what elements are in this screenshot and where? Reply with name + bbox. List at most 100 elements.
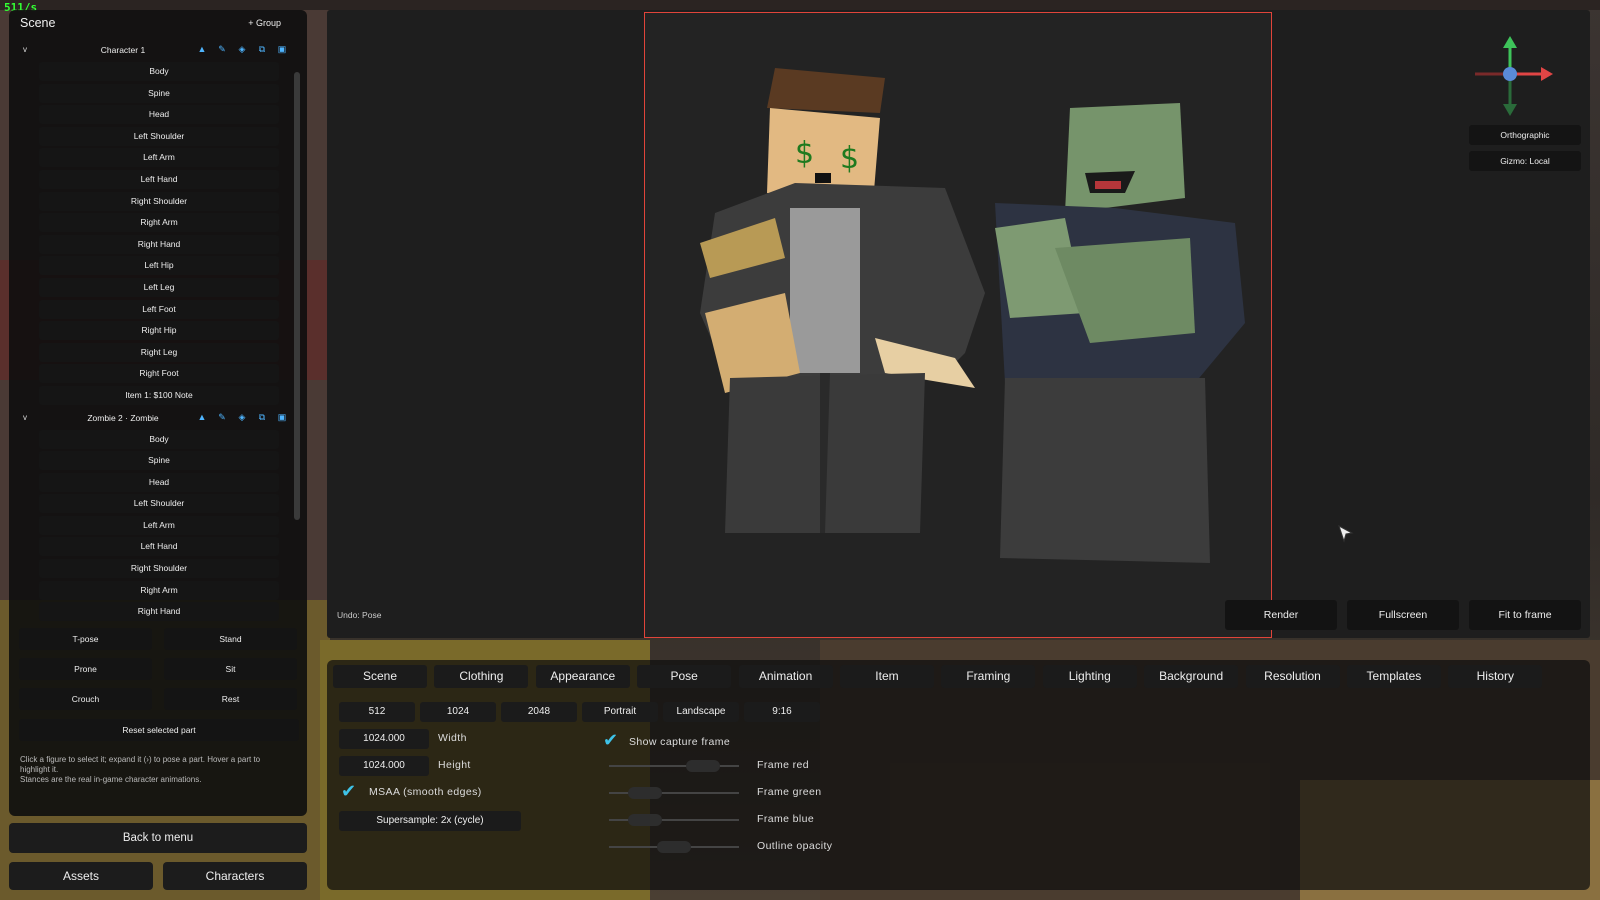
- preset-9-16-button[interactable]: 9:16: [744, 702, 820, 722]
- tree-part-item[interactable]: Right Shoulder: [39, 559, 279, 579]
- duplicate-icon[interactable]: ⧉: [256, 44, 268, 55]
- lock-icon[interactable]: ▲: [196, 412, 208, 423]
- chevron-down-icon[interactable]: v: [23, 45, 27, 54]
- edit-icon[interactable]: ✎: [216, 412, 228, 423]
- orthographic-toggle[interactable]: Orthographic: [1469, 125, 1581, 145]
- tree-part-item[interactable]: Right Shoulder: [39, 191, 279, 211]
- msaa-checkbox[interactable]: ✔: [341, 782, 359, 800]
- slider-knob[interactable]: [628, 787, 663, 799]
- reset-part-button[interactable]: Reset selected part: [19, 719, 299, 741]
- stance-tpose-button[interactable]: T-pose: [19, 628, 152, 650]
- characters-button[interactable]: Characters: [163, 862, 307, 890]
- stance-crouch-button[interactable]: Crouch: [19, 688, 152, 710]
- tree-part-item[interactable]: Left Hip: [39, 256, 279, 276]
- lock-icon[interactable]: ▲: [196, 44, 208, 55]
- add-group-button[interactable]: + Group: [248, 18, 281, 28]
- target-icon[interactable]: ◈: [236, 44, 248, 55]
- tab-framing[interactable]: Framing: [941, 665, 1036, 688]
- tree-part-item[interactable]: Right Arm: [39, 213, 279, 233]
- fit-to-frame-button[interactable]: Fit to frame: [1469, 600, 1581, 630]
- slider-knob[interactable]: [685, 760, 720, 772]
- tab-background[interactable]: Background: [1144, 665, 1239, 688]
- render-button[interactable]: Render: [1225, 600, 1337, 630]
- show-capture-frame-label: Show capture frame: [629, 736, 731, 748]
- gizmo-mode-toggle[interactable]: Gizmo: Local: [1469, 151, 1581, 171]
- tree-part-item[interactable]: Left Arm: [39, 515, 279, 535]
- frame-green-slider[interactable]: [609, 787, 739, 799]
- tree-part-item[interactable]: Right Hand: [39, 234, 279, 254]
- frame-green-label: Frame green: [757, 786, 822, 798]
- chevron-down-icon[interactable]: v: [23, 413, 27, 422]
- edit-icon[interactable]: ✎: [216, 44, 228, 55]
- preset-2048-button[interactable]: 2048: [501, 702, 577, 722]
- tree-part-item[interactable]: Head: [39, 472, 279, 492]
- height-label: Height: [438, 759, 471, 771]
- outline-opacity-label: Outline opacity: [757, 840, 833, 852]
- back-to-menu-button[interactable]: Back to menu: [9, 823, 307, 853]
- stance-rest-button[interactable]: Rest: [164, 688, 297, 710]
- help-text: Click a figure to select it; expand it (…: [20, 755, 261, 784]
- tree-part-item[interactable]: Left Foot: [39, 299, 279, 319]
- target-icon[interactable]: ◈: [236, 412, 248, 423]
- frame-red-slider[interactable]: [609, 760, 739, 772]
- 3d-viewport[interactable]: $ $ Undo: Pose Orthographic Gizmo: Local…: [327, 10, 1590, 638]
- preset-portrait-button[interactable]: Portrait: [582, 702, 658, 722]
- tree-part-item[interactable]: Left Shoulder: [39, 126, 279, 146]
- tree-part-item[interactable]: Right Leg: [39, 342, 279, 362]
- axis-gizmo[interactable]: [1465, 34, 1555, 124]
- tab-animation[interactable]: Animation: [738, 665, 833, 688]
- capture-frame: $ $: [644, 12, 1272, 638]
- group-header[interactable]: v Zombie 2 · Zombie ▲ ✎ ◈ ⧉ ▣: [18, 408, 288, 429]
- scene-tree: v Character 1 ▲ ✎ ◈ ⧉ ▣ Body Spine Head …: [18, 40, 288, 630]
- tree-part-item[interactable]: Right Hand: [39, 602, 279, 622]
- tree-part-item[interactable]: Left Hand: [39, 169, 279, 189]
- slider-knob[interactable]: [657, 841, 691, 853]
- stance-stand-button[interactable]: Stand: [164, 628, 297, 650]
- trash-icon[interactable]: ▣: [276, 44, 288, 55]
- show-capture-frame-checkbox[interactable]: ✔: [603, 731, 621, 749]
- tree-part-item[interactable]: Item 1: $100 Note: [39, 385, 279, 405]
- width-input[interactable]: 1024.000: [339, 729, 429, 749]
- tree-part-item[interactable]: Left Leg: [39, 277, 279, 297]
- tab-lighting[interactable]: Lighting: [1042, 665, 1137, 688]
- svg-text:$: $: [795, 136, 814, 171]
- tree-part-item[interactable]: Right Foot: [39, 364, 279, 384]
- tab-templates[interactable]: Templates: [1346, 665, 1441, 688]
- tab-appearance[interactable]: Appearance: [535, 665, 630, 688]
- supersample-button[interactable]: Supersample: 2x (cycle): [339, 811, 521, 831]
- character-1-figure: $ $: [700, 68, 985, 533]
- tree-part-item[interactable]: Left Hand: [39, 537, 279, 557]
- tab-resolution[interactable]: Resolution: [1245, 665, 1340, 688]
- trash-icon[interactable]: ▣: [276, 412, 288, 423]
- preset-1024-button[interactable]: 1024: [420, 702, 496, 722]
- duplicate-icon[interactable]: ⧉: [256, 412, 268, 423]
- tree-part-item[interactable]: Spine: [39, 451, 279, 471]
- scene-title: Scene: [20, 16, 56, 30]
- tree-scrollbar[interactable]: [294, 72, 300, 520]
- height-input[interactable]: 1024.000: [339, 756, 429, 776]
- tree-part-item[interactable]: Body: [39, 62, 279, 81]
- assets-button[interactable]: Assets: [9, 862, 153, 890]
- preset-512-button[interactable]: 512: [339, 702, 415, 722]
- tree-part-item[interactable]: Right Hip: [39, 321, 279, 341]
- tree-part-item[interactable]: Body: [39, 429, 279, 449]
- stance-prone-button[interactable]: Prone: [19, 658, 152, 680]
- tree-part-item[interactable]: Left Arm: [39, 148, 279, 168]
- stance-sit-button[interactable]: Sit: [164, 658, 297, 680]
- tree-part-item[interactable]: Head: [39, 105, 279, 125]
- tree-part-item[interactable]: Left Shoulder: [39, 494, 279, 514]
- tab-pose[interactable]: Pose: [637, 665, 732, 688]
- tab-item[interactable]: Item: [839, 665, 934, 688]
- frame-blue-slider[interactable]: [609, 814, 739, 826]
- preset-landscape-button[interactable]: Landscape: [663, 702, 739, 722]
- tree-part-item[interactable]: Right Arm: [39, 580, 279, 600]
- tree-part-item[interactable]: Spine: [39, 83, 279, 103]
- outline-opacity-slider[interactable]: [609, 841, 739, 853]
- tab-clothing[interactable]: Clothing: [434, 665, 529, 688]
- fullscreen-button[interactable]: Fullscreen: [1347, 600, 1459, 630]
- group-name: Character 1: [100, 45, 146, 55]
- tab-scene[interactable]: Scene: [333, 665, 427, 688]
- group-header[interactable]: v Character 1 ▲ ✎ ◈ ⧉ ▣: [18, 40, 288, 61]
- slider-knob[interactable]: [628, 814, 663, 826]
- tab-history[interactable]: History: [1448, 665, 1543, 688]
